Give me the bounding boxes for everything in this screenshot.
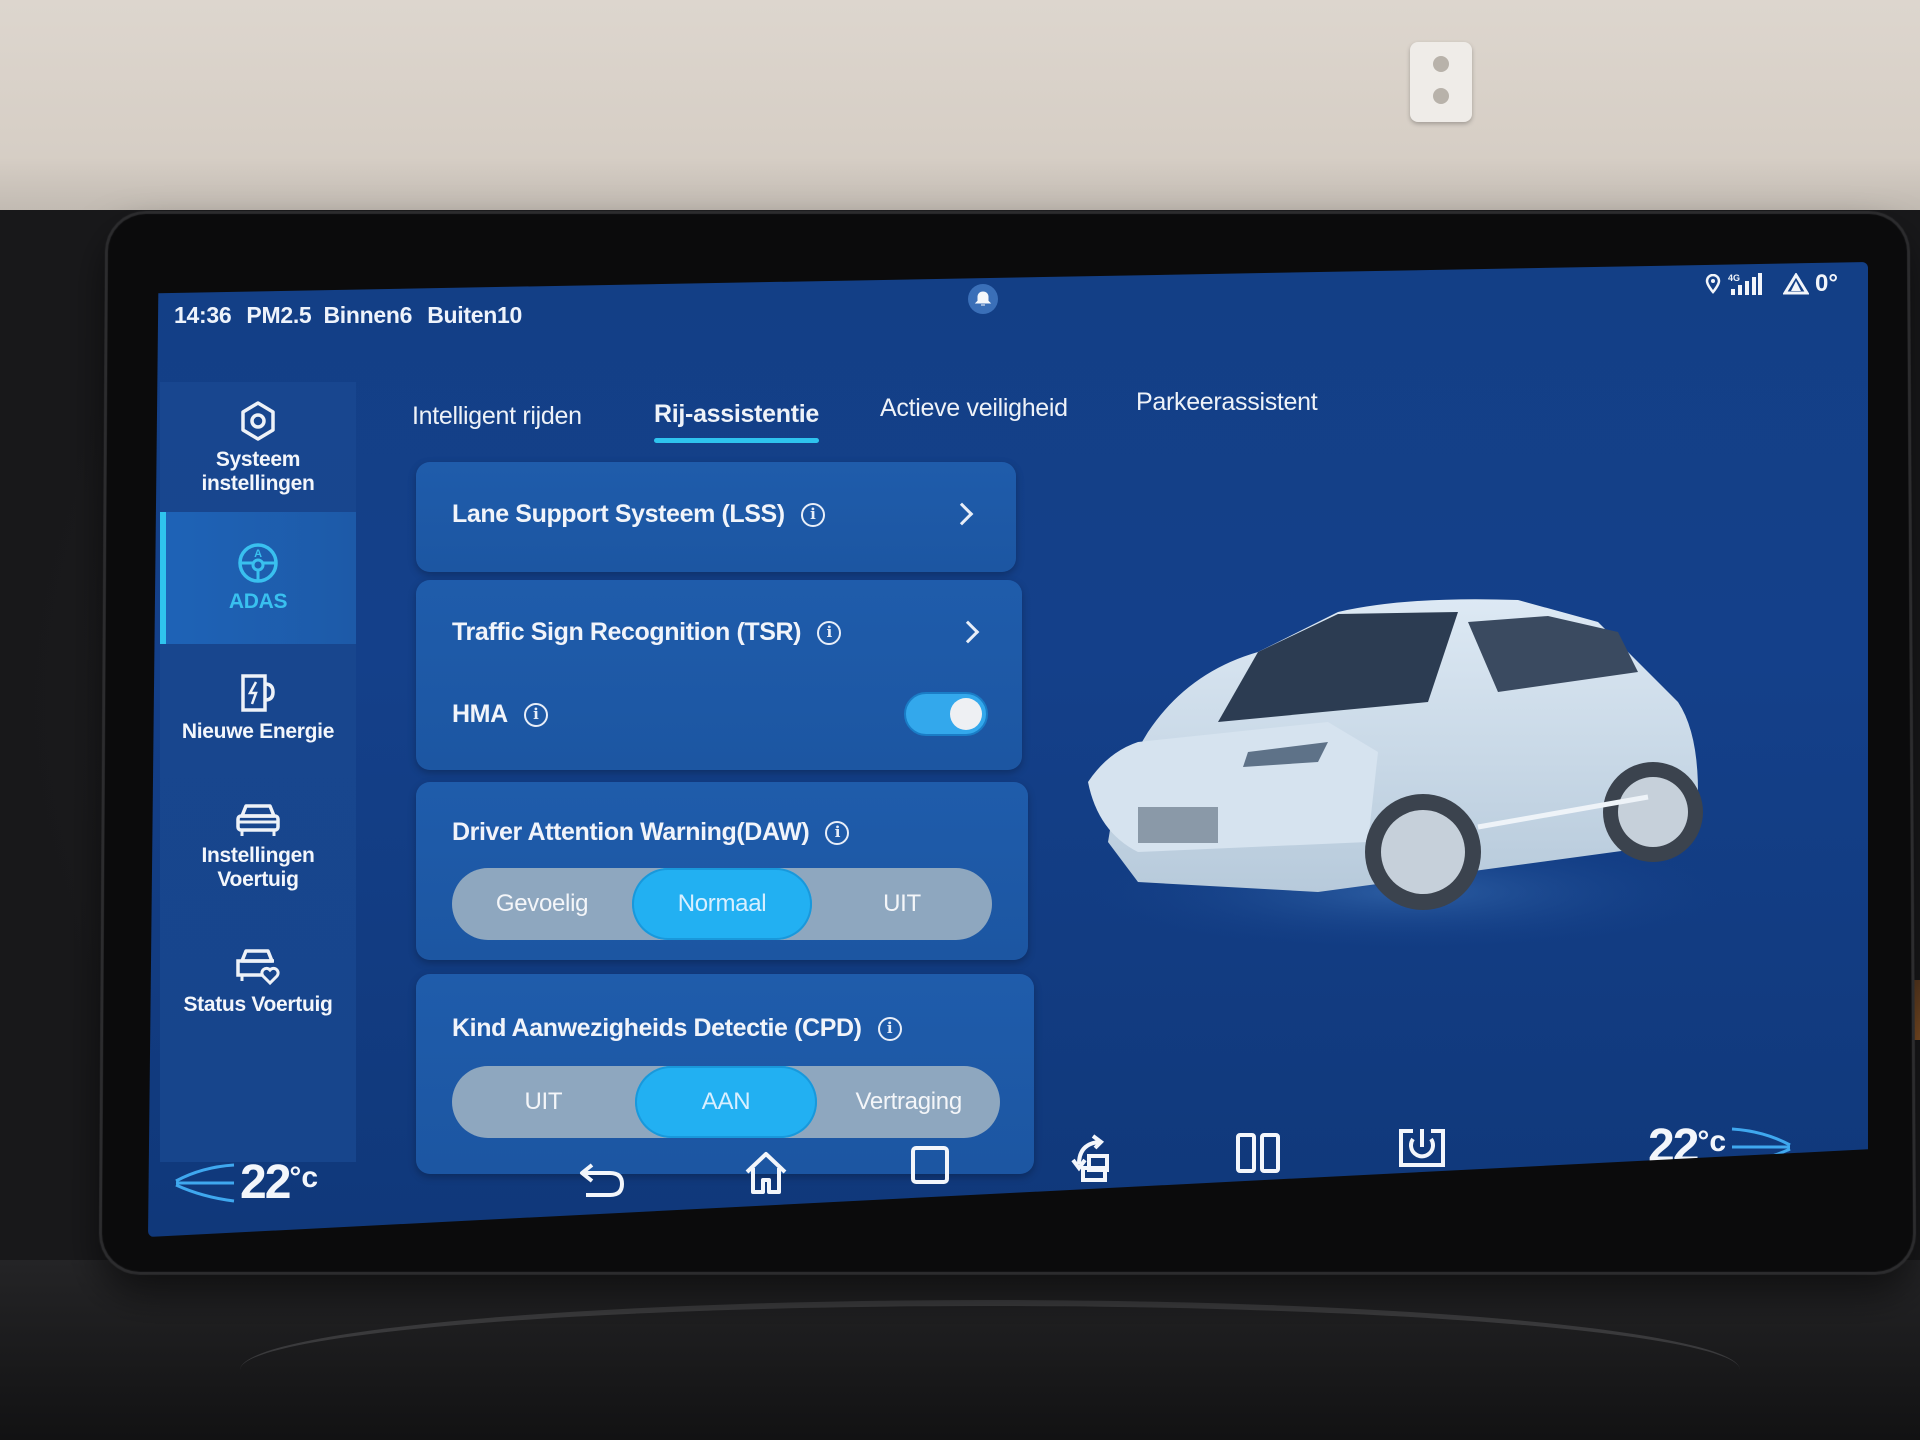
daw-card: Driver Attention Warning(DAW) i Gevoelig… [416, 782, 1028, 960]
back-icon[interactable] [574, 1151, 630, 1207]
lss-label: Lane Support Systeem (LSS) [452, 500, 785, 528]
lss-card[interactable]: Lane Support Systeem (LSS) i [416, 462, 1016, 572]
daw-option-normaal[interactable]: Normaal [632, 868, 812, 940]
hma-row: HMA i [452, 700, 548, 729]
sidebar-item-adas[interactable]: A ADAS [160, 512, 356, 644]
chevron-right-icon[interactable] [956, 620, 980, 644]
vehicle-image [1088, 599, 1728, 952]
tsr-hma-card: Traffic Sign Recognition (TSR) i HMA i [416, 580, 1022, 770]
tab-actieve-veiligheid[interactable]: Actieve veiligheid [880, 394, 1068, 423]
airflow-icon [175, 1163, 235, 1203]
info-icon[interactable]: i [877, 1016, 902, 1041]
info-icon[interactable]: i [825, 820, 850, 845]
sidebar-item-instellingen-voertuig[interactable]: Instellingen Voertuig [160, 802, 356, 912]
sidebar-label: ADAS [228, 590, 288, 613]
car-front-icon [236, 804, 280, 836]
sidebar: Systeem instellingen A ADAS Nieuwe Energ… [160, 382, 356, 1162]
sidebar-item-nieuwe-energie[interactable]: Nieuwe Energie [160, 672, 356, 772]
sidebar-label: Systeem [215, 448, 301, 471]
dashboard-trim [240, 1300, 1740, 1440]
tab-rij-assistentie[interactable]: Rij-assistentie [654, 400, 819, 443]
daw-option-uit[interactable]: UIT [812, 868, 992, 940]
sidebar-label: Nieuwe Energie [181, 720, 335, 743]
pm25-label: PM2.5 [246, 302, 312, 328]
toggle-knob [950, 698, 982, 730]
tsr-label: Traffic Sign Recognition (TSR) [452, 618, 802, 646]
screen-off-icon[interactable] [1394, 1119, 1450, 1175]
chevron-right-icon[interactable] [950, 502, 974, 526]
bell-icon[interactable] [968, 284, 998, 314]
wall-outlet [1410, 42, 1472, 122]
sidebar-item-status-voertuig[interactable]: Status Voertuig [160, 947, 356, 1047]
sidebar-label: instellingen [201, 472, 315, 495]
4g-signal-icon: 4G [1728, 273, 1763, 295]
location-icon [1705, 274, 1721, 294]
daw-option-gevoelig[interactable]: Gevoelig [452, 868, 632, 940]
info-icon[interactable]: i [800, 502, 825, 527]
status-icons: 4G 0° [1705, 270, 1838, 298]
background-wall [0, 0, 1920, 225]
outside-temperature: 0° [1815, 270, 1838, 297]
clock: 14:36 [174, 302, 232, 328]
lss-row: Lane Support Systeem (LSS) i [452, 500, 825, 529]
recents-icon[interactable] [902, 1137, 958, 1193]
temp-right-unit: °c [1697, 1125, 1727, 1158]
cpd-row: Kind Aanwezigheids Detectie (CPD) i [452, 1014, 902, 1043]
daw-label: Driver Attention Warning(DAW) [452, 818, 810, 846]
svg-text:4G: 4G [1728, 273, 1740, 283]
tsr-row[interactable]: Traffic Sign Recognition (TSR) i [452, 618, 842, 647]
alert-triangle-icon [1783, 273, 1810, 295]
gear-hexagon-icon [241, 401, 275, 441]
cpd-label: Kind Aanwezigheids Detectie (CPD) [452, 1014, 862, 1042]
climate-temp-left[interactable]: 22 °c [172, 1155, 318, 1210]
sidebar-label: Instellingen [201, 844, 315, 867]
tab-parkeerassistent[interactable]: Parkeerassistent [1136, 388, 1318, 417]
sidebar-item-systeem-instellingen[interactable]: Systeem instellingen [160, 382, 356, 504]
hma-label: HMA [452, 700, 508, 728]
steering-wheel-icon: A [238, 543, 278, 583]
pm25-outdoor: Buiten10 [427, 302, 522, 328]
home-icon[interactable] [738, 1145, 794, 1201]
temp-left-unit: °c [289, 1161, 319, 1194]
status-info: 14:36 PM2.5 Binnen6 Buiten10 [174, 302, 531, 329]
info-icon[interactable]: i [817, 620, 842, 645]
daw-selector: Gevoelig Normaal UIT [452, 868, 992, 940]
hma-toggle[interactable] [904, 692, 988, 736]
infotainment-screen: 14:36 PM2.5 Binnen6 Buiten10 4G 0° Syste… [148, 262, 1868, 1237]
charger-icon [241, 674, 275, 712]
info-icon[interactable]: i [523, 702, 548, 727]
sidebar-label: Voertuig [217, 868, 299, 891]
svg-text:A: A [254, 548, 262, 560]
split-screen-icon[interactable] [1230, 1125, 1286, 1181]
daw-row: Driver Attention Warning(DAW) i [452, 818, 850, 847]
tab-intelligent-rijden[interactable]: Intelligent rijden [412, 402, 582, 431]
rotate-screen-icon[interactable] [1066, 1131, 1122, 1187]
pm25-indoor: Binnen6 [323, 302, 413, 328]
temp-left-value: 22 [240, 1156, 291, 1209]
sidebar-label: Status Voertuig [183, 993, 333, 1016]
car-heart-icon [236, 949, 280, 986]
